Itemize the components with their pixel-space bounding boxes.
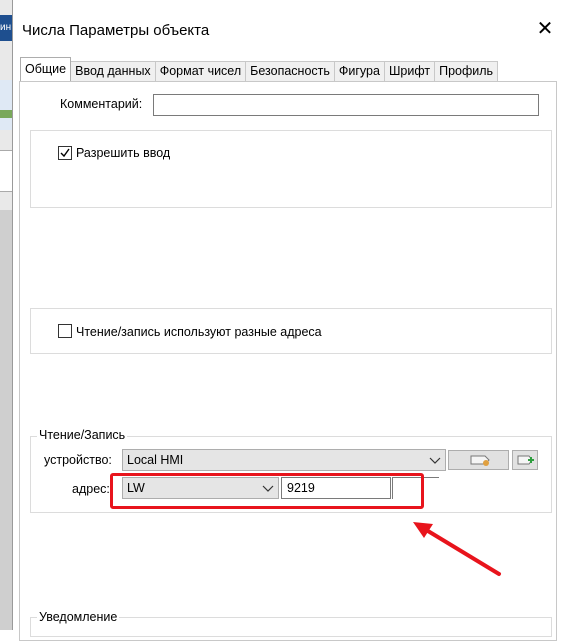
tab-data-entry[interactable]: Ввод данных	[70, 61, 156, 81]
comment-label: Комментарий:	[60, 97, 143, 111]
device-settings-button[interactable]	[448, 450, 509, 470]
notification-group-title: Уведомление	[37, 610, 120, 624]
annotation-arrow-icon	[413, 522, 501, 576]
close-button[interactable]: ✕	[533, 18, 557, 42]
background-chart	[0, 80, 12, 130]
tab-security[interactable]: Безопасность	[245, 61, 335, 81]
tab-font[interactable]: Шрифт	[383, 61, 436, 81]
checkmark-icon	[60, 148, 70, 158]
background-area	[0, 210, 12, 630]
tab-strip: Общие Ввод данных Формат чисел Безопасно…	[20, 57, 499, 81]
allow-input-checkbox[interactable]	[58, 146, 72, 160]
chevron-down-icon	[429, 457, 441, 464]
read-write-group-title: Чтение/Запись	[37, 428, 128, 442]
title-bar: Числа Параметры объекта ✕	[13, 0, 563, 62]
separate-rw-checkbox[interactable]	[58, 324, 72, 338]
close-icon: ✕	[536, 18, 554, 40]
tag-icon	[470, 455, 490, 466]
device-value: Local HMI	[127, 453, 184, 467]
address-label: адрес:	[72, 482, 110, 496]
object-properties-dialog: Числа Параметры объекта ✕ Общие Ввод дан…	[12, 0, 563, 641]
device-label: устройство:	[44, 453, 112, 467]
dialog-title: Числа Параметры объекта	[22, 22, 210, 39]
allow-input-label: Разрешить ввод	[76, 146, 171, 160]
comment-input[interactable]	[153, 94, 539, 116]
add-device-button[interactable]	[512, 450, 538, 470]
add-device-icon	[517, 455, 534, 465]
allow-input-group	[30, 130, 552, 208]
tab-number-format[interactable]: Формат чисел	[154, 61, 247, 81]
address-highlight-box	[110, 473, 424, 509]
tab-general[interactable]: Общие	[20, 57, 72, 81]
background-panel	[0, 150, 12, 192]
background-ribbon: ин	[0, 15, 12, 41]
tab-profile[interactable]: Профиль	[434, 61, 499, 81]
device-select[interactable]: Local HMI	[122, 449, 446, 471]
tab-shape[interactable]: Фигура	[333, 61, 385, 81]
separate-rw-label: Чтение/запись используют разные адреса	[76, 325, 322, 339]
background-window: ин	[0, 0, 12, 630]
